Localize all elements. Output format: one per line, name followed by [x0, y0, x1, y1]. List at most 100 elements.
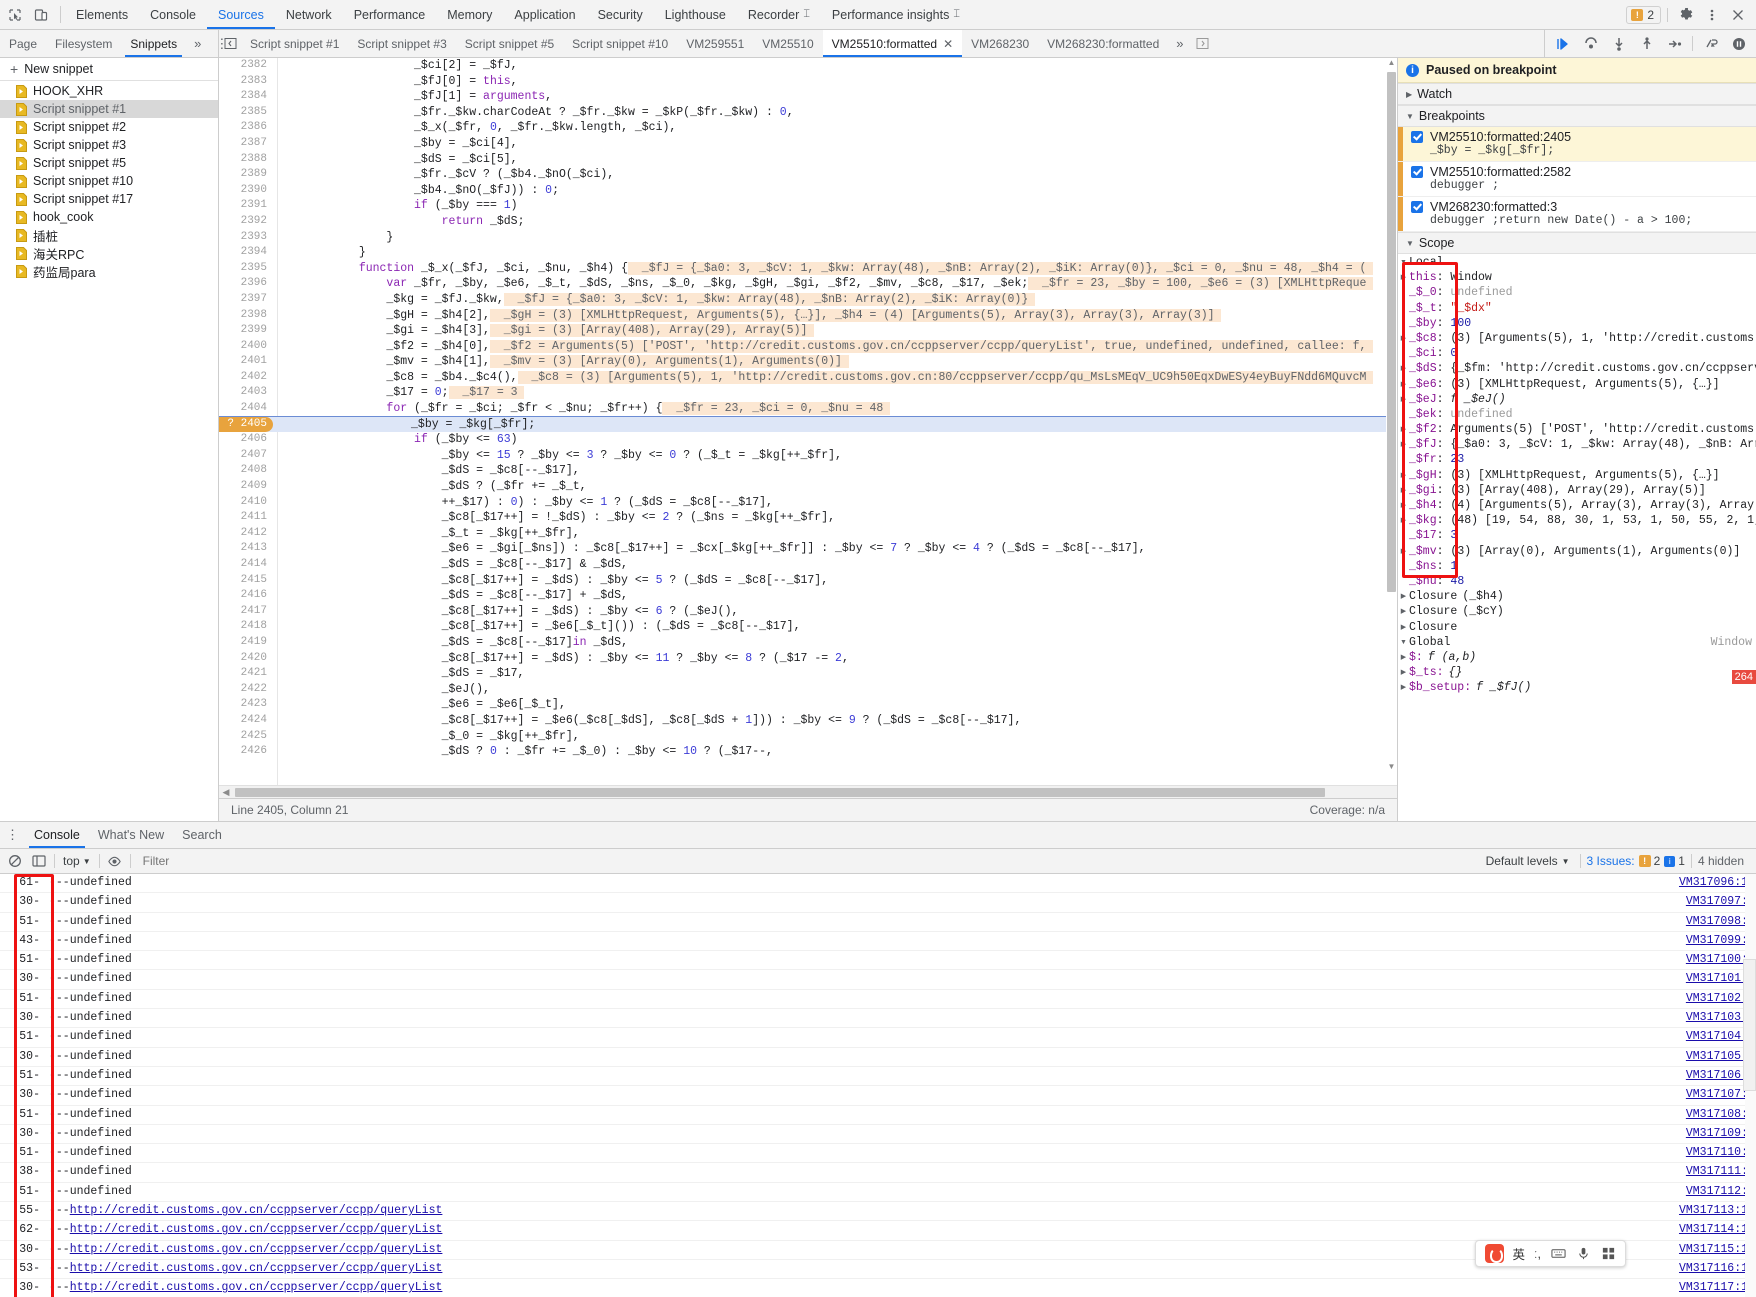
line-number[interactable]: 2410 — [219, 495, 276, 511]
line-number[interactable]: ? 2405 — [219, 416, 273, 433]
code-line[interactable]: 2398 _$gH = _$h4[2], _$gH = (3) [XMLHttp… — [219, 308, 1397, 324]
code-line[interactable]: 2414 _$dS = _$c8[--_$17] & _$dS, — [219, 557, 1397, 573]
snippet-item[interactable]: Script snippet #17 — [0, 190, 218, 208]
main-tab-network[interactable]: Network — [275, 0, 343, 29]
editor-tab-script-snippet-3[interactable]: Script snippet #3 — [348, 30, 455, 57]
line-number[interactable]: 2391 — [219, 198, 276, 214]
line-number[interactable]: 2414 — [219, 557, 276, 573]
code-line[interactable]: 2401 _$mv = _$h4[1], _$mv = (3) [Array(0… — [219, 354, 1397, 370]
new-snippet-button[interactable]: + New snippet — [0, 58, 218, 81]
console-message[interactable]: 43- ---undefined VM317099: — [0, 932, 1756, 952]
snippet-item[interactable]: HOOK_XHR — [0, 82, 218, 100]
chevron-right-icon[interactable]: ▶ — [1398, 650, 1409, 665]
code-line[interactable]: 2408 _$dS = _$c8[--_$17], — [219, 463, 1397, 479]
message-source-link[interactable]: VM317111: — [1686, 1163, 1748, 1181]
code-line[interactable]: 2406 if (_$by <= 63) — [219, 432, 1397, 448]
scope-variable-row[interactable]: _$_t: "_$dx" — [1398, 301, 1756, 316]
line-number[interactable]: 2416 — [219, 588, 276, 604]
chevron-right-icon[interactable]: ▶ — [1398, 604, 1409, 619]
keyboard-icon[interactable] — [1550, 1246, 1566, 1262]
console-message-list[interactable]: 61- ---undefined VM317096:1 30- ---undefined… — [0, 874, 1756, 1297]
message-source-link[interactable]: VM317099: — [1686, 932, 1748, 950]
main-tab-application[interactable]: Application — [503, 0, 586, 29]
code-line[interactable]: 2384 _$fJ[1] = arguments, — [219, 89, 1397, 105]
code-line[interactable]: 2387 _$by = _$ci[4], — [219, 136, 1397, 152]
scope-local-row[interactable]: ▼ Local — [1398, 255, 1756, 270]
line-number[interactable]: 2385 — [219, 105, 276, 121]
chevron-right-icon[interactable]: ▶ — [1398, 377, 1409, 392]
chevron-right-icon[interactable]: ▶ — [1398, 361, 1409, 376]
message-source-link[interactable]: VM317096:1 — [1679, 874, 1748, 892]
line-number[interactable]: 2412 — [219, 526, 276, 542]
watch-section-header[interactable]: ▶ Watch — [1398, 83, 1756, 105]
global-variable-row[interactable]: ▶ $b_setup: f _$fJ() — [1398, 680, 1756, 695]
message-source-link[interactable]: VM317116:1 — [1679, 1260, 1748, 1278]
drawer-tab-what-s-new[interactable]: What's New — [89, 822, 173, 848]
close-icon[interactable] — [1726, 4, 1750, 26]
code-line[interactable]: 2383 _$fJ[0] = this, — [219, 74, 1397, 90]
main-tab-recorder[interactable]: Recorder ⌶ — [737, 0, 821, 29]
message-source-link[interactable]: VM317115:1 — [1679, 1241, 1748, 1259]
snippet-item[interactable]: Script snippet #5 — [0, 154, 218, 172]
main-tab-sources[interactable]: Sources — [206, 0, 275, 29]
console-message[interactable]: 55- ---http://credit.customs.gov.cn/ccpps… — [0, 1202, 1756, 1222]
more-options-icon[interactable] — [1700, 4, 1724, 26]
main-tab-lighthouse[interactable]: Lighthouse — [654, 0, 737, 29]
breakpoint-checkbox[interactable] — [1411, 166, 1423, 178]
console-message[interactable]: 30- ---undefined VM317097: — [0, 893, 1756, 913]
step-over-next-function-call-button[interactable] — [1577, 31, 1604, 57]
closure-scope-row[interactable]: ▶ Closure (_$cY) — [1398, 604, 1756, 619]
navigator-overflow-icon[interactable]: » — [186, 36, 209, 51]
message-source-link[interactable]: VM317100: — [1686, 951, 1748, 969]
line-number[interactable]: 2384 — [219, 89, 276, 105]
line-number[interactable]: 2424 — [219, 713, 276, 729]
line-number[interactable]: 2399 — [219, 323, 276, 339]
code-line[interactable]: 2404 for (_$fr = _$ci; _$fr < _$nu; _$fr… — [219, 401, 1397, 417]
editor-tab-vm268230[interactable]: VM268230 — [962, 30, 1038, 57]
line-number[interactable]: 2401 — [219, 354, 276, 370]
expand-sidebar-icon[interactable] — [1191, 37, 1213, 50]
line-number[interactable]: 2419 — [219, 635, 276, 651]
issues-summary[interactable]: 3 Issues: ! 2 i 1 — [1587, 854, 1685, 868]
code-line[interactable]: 2418 _$c8[_$17++] = _$e6[_$_t]()) : (_$d… — [219, 619, 1397, 635]
scope-variable-row[interactable]: ▶ _$gH: (3) [XMLHttpRequest, Arguments(5)… — [1398, 468, 1756, 483]
chevron-right-icon[interactable]: ▶ — [1398, 422, 1409, 437]
step-button[interactable] — [1661, 31, 1688, 57]
snippet-item[interactable]: Script snippet #1 — [0, 100, 218, 118]
scope-variable-row[interactable]: ▶ _$dS: {_$fm: 'http://credit.customs.gov… — [1398, 361, 1756, 376]
code-line[interactable]: 2399 _$gi = _$h4[3], _$gi = (3) [Array(4… — [219, 323, 1397, 339]
console-message[interactable]: 61- ---undefined VM317096:1 — [0, 874, 1756, 894]
line-number[interactable]: 2421 — [219, 666, 276, 682]
code-line[interactable]: 2391 if (_$by === 1) — [219, 198, 1397, 214]
code-line[interactable]: 2394 } — [219, 245, 1397, 261]
code-line[interactable]: 2403 _$17 = 0; _$17 = 3 — [219, 385, 1397, 401]
mic-icon[interactable] — [1575, 1246, 1591, 1262]
message-source-link[interactable]: VM317113:1 — [1679, 1202, 1748, 1220]
code-line[interactable]: 2423 _$e6 = _$e6[_$_t], — [219, 697, 1397, 713]
collapse-navigator-icon[interactable] — [219, 37, 241, 50]
line-number[interactable]: 2417 — [219, 604, 276, 620]
code-line[interactable]: 2386 _$_x(_$fr, 0, _$fr._$kw.length, _$c… — [219, 120, 1397, 136]
console-message[interactable]: 30- ---undefined VM317105: — [0, 1048, 1756, 1067]
breakpoint-checkbox[interactable] — [1411, 201, 1423, 213]
line-number[interactable]: 2389 — [219, 167, 276, 183]
code-line[interactable]: 2413 _$e6 = _$gi[_$ns]) : _$c8[_$17++] =… — [219, 541, 1397, 557]
breakpoint-checkbox[interactable] — [1411, 131, 1423, 143]
line-number[interactable]: 2406 — [219, 432, 276, 448]
code-line[interactable]: 2412 _$_t = _$kg[++_$fr], — [219, 526, 1397, 542]
message-source-link[interactable]: VM317106: — [1686, 1067, 1748, 1085]
editor-horizontal-scrollbar[interactable]: ◀ — [219, 785, 1397, 798]
line-number[interactable]: 2425 — [219, 729, 276, 745]
closure-scope-row[interactable]: ▶ Closure (_$h4) — [1398, 589, 1756, 604]
line-number[interactable]: 2397 — [219, 292, 276, 308]
step-into-next-function-call-button[interactable] — [1605, 31, 1632, 57]
drawer-more-icon[interactable]: ⋮ — [0, 827, 25, 843]
line-number[interactable]: 2408 — [219, 463, 276, 479]
scope-tree[interactable]: ▼ Local ▶ this: Window _$_0: undefined _$_t… — [1398, 254, 1756, 821]
line-number[interactable]: 2418 — [219, 619, 276, 635]
message-source-link[interactable]: VM317098: — [1686, 913, 1748, 931]
editor-tab-vm25510-formatted[interactable]: VM25510:formatted ✕ — [822, 30, 963, 57]
console-message[interactable]: 30- ---undefined VM317103: — [0, 1009, 1756, 1029]
code-line-current[interactable]: ? 2405 _$by = _$kg[_$fr]; — [219, 416, 1397, 433]
editor-tab-vm259551[interactable]: VM259551 — [677, 30, 753, 57]
